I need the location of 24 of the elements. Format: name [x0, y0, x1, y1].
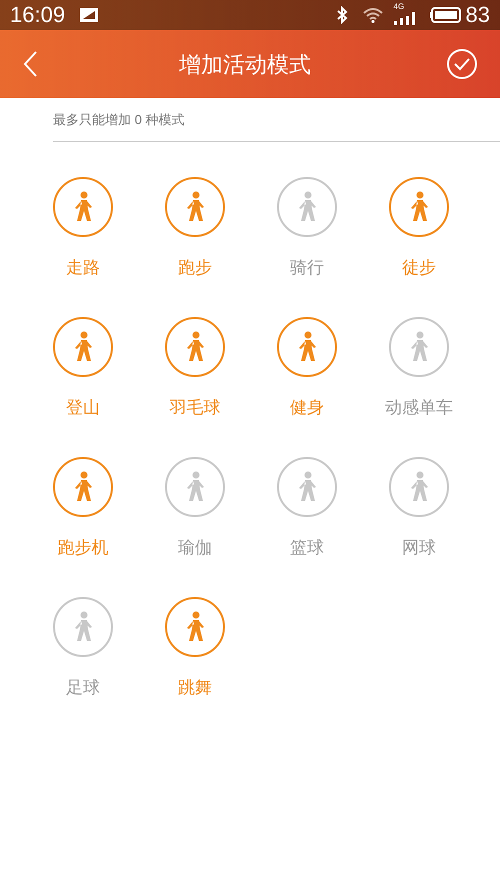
activity-label: 骑行 — [290, 257, 324, 279]
hint-text: 最多只能增加 0 种模式 — [53, 110, 184, 129]
activity-label: 跳舞 — [178, 677, 212, 699]
activity-label: 登山 — [66, 397, 100, 419]
battery-level: 83 — [466, 4, 490, 26]
activity-label: 足球 — [66, 677, 100, 699]
network-type: 4G — [394, 3, 404, 11]
confirm-button[interactable] — [446, 48, 478, 80]
activity-label: 跑步机 — [58, 537, 108, 559]
activity-label: 健身 — [290, 397, 324, 419]
bluetooth-icon — [336, 6, 348, 24]
activity-label: 走路 — [66, 257, 100, 279]
activity-label: 跑步 — [178, 257, 212, 279]
clock: 16:09 — [10, 4, 66, 26]
activity-label: 徒步 — [402, 257, 436, 279]
activity-label: 网球 — [402, 537, 436, 559]
battery-icon — [430, 7, 462, 23]
wifi-icon — [362, 7, 384, 23]
activity-label: 瑜伽 — [178, 537, 212, 559]
activity-label: 羽毛球 — [170, 397, 220, 419]
activity-label: 动感单车 — [385, 397, 453, 419]
activity-label: 篮球 — [290, 537, 324, 559]
page-title: 增加活动模式 — [179, 50, 311, 78]
image-icon — [79, 7, 100, 23]
